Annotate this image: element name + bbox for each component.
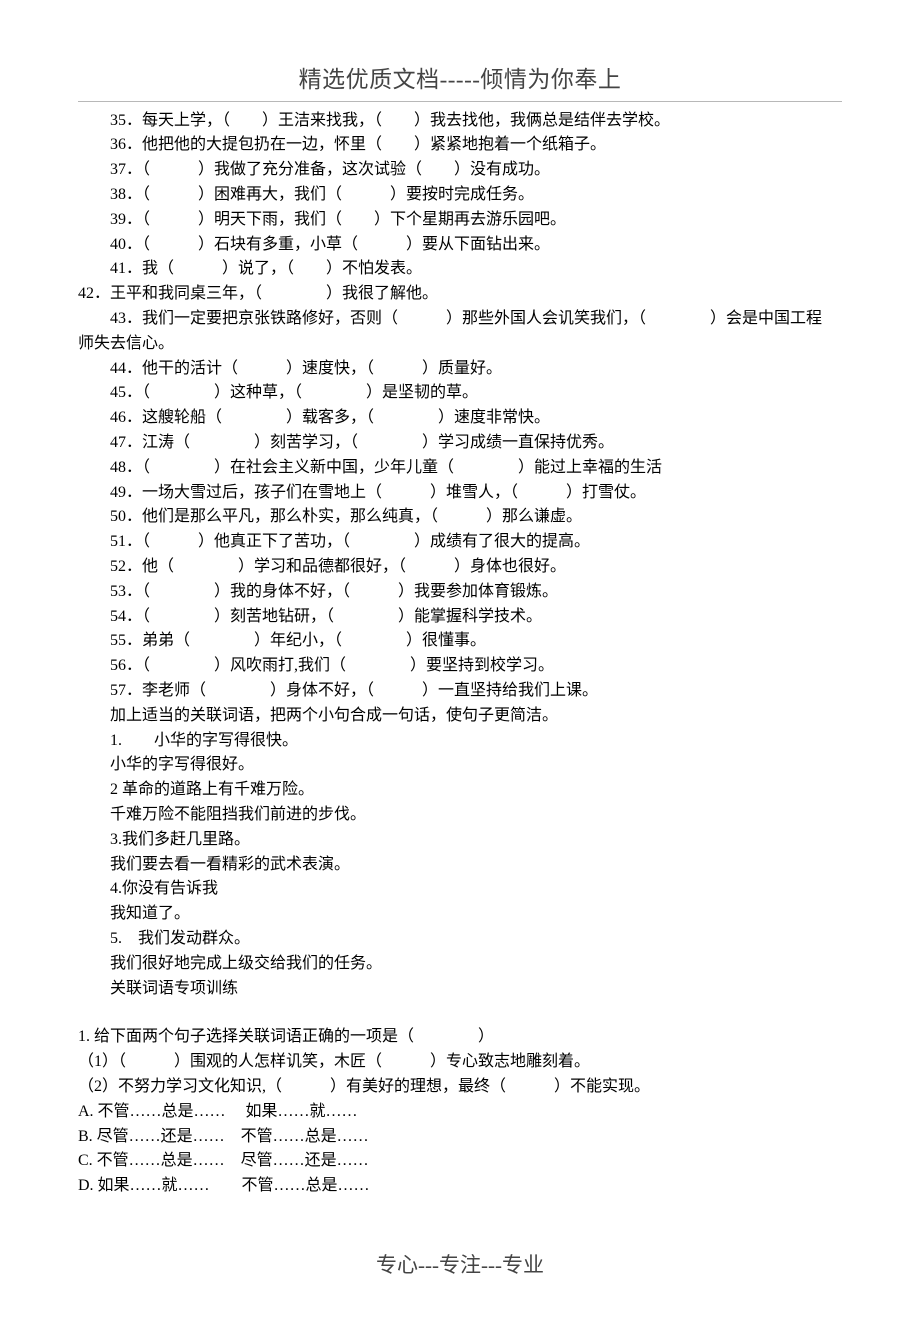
blank-line [78, 1001, 842, 1025]
text-line: B. 尽管……还是…… 不管……总是…… [78, 1125, 842, 1150]
text-line: 39．（ ）明天下雨，我们（ ）下个星期再去游乐园吧。 [78, 208, 842, 233]
text-line: 48．（ ）在社会主义新中国，少年儿童（ ）能过上幸福的生活 [78, 456, 842, 481]
text-line: 45．（ ）这种草，（ ）是坚韧的草。 [78, 381, 842, 406]
text-line: 52．他（ ）学习和品德都很好，（ ）身体也很好。 [78, 555, 842, 580]
text-line: 3.我们多赶几里路。 [78, 828, 842, 853]
text-line: 43．我们一定要把京张铁路修好，否则（ ）那些外国人会讥笑我们，（ ）会是中国工… [78, 307, 842, 332]
text-line: 加上适当的关联词语，把两个小句合成一句话，使句子更简洁。 [78, 704, 842, 729]
text-line: 57．李老师（ ）身体不好，（ ）一直坚持给我们上课。 [78, 679, 842, 704]
text-line: 40．（ ）石块有多重，小草（ ）要从下面钻出来。 [78, 233, 842, 258]
text-line: 37．（ ）我做了充分准备，这次试验（ ）没有成功。 [78, 158, 842, 183]
text-line: 47．江涛（ ）刻苦学习，（ ）学习成绩一直保持优秀。 [78, 431, 842, 456]
text-line: 41．我（ ）说了，（ ）不怕发表。 [78, 257, 842, 282]
text-line: 小华的字写得很好。 [78, 753, 842, 778]
text-line: （1）（ ）围观的人怎样讥笑，木匠（ ）专心致志地雕刻着。 [78, 1050, 842, 1075]
text-line: 50．他们是那么平凡，那么朴实，那么纯真，（ ）那么谦虚。 [78, 505, 842, 530]
text-line: 42．王平和我同桌三年，（ ）我很了解他。 [78, 282, 842, 307]
text-line: 关联词语专项训练 [78, 977, 842, 1002]
text-line: 46．这艘轮船（ ）载客多，（ ）速度非常快。 [78, 406, 842, 431]
text-line: 4.你没有告诉我 [78, 877, 842, 902]
text-line: 我知道了。 [78, 902, 842, 927]
text-line: 44．他干的活计（ ）速度快，（ ）质量好。 [78, 357, 842, 382]
text-line: 我们要去看一看精彩的武术表演。 [78, 853, 842, 878]
text-line: 1. 给下面两个句子选择关联词语正确的一项是（ ） [78, 1025, 842, 1050]
text-line: 35．每天上学，（ ）王洁来找我，（ ）我去找他，我俩总是结伴去学校。 [78, 109, 842, 134]
text-line: 师失去信心。 [78, 332, 842, 357]
text-line: 55．弟弟（ ）年纪小，（ ）很懂事。 [78, 629, 842, 654]
text-line: 36．他把他的大提包扔在一边，怀里（ ）紧紧地抱着一个纸箱子。 [78, 133, 842, 158]
text-line: 56．（ ）风吹雨打,我们（ ）要坚持到校学习。 [78, 654, 842, 679]
text-line: 我们很好地完成上级交给我们的任务。 [78, 952, 842, 977]
text-line: 1. 小华的字写得很快。 [78, 729, 842, 754]
text-line: A. 不管……总是…… 如果……就…… [78, 1100, 842, 1125]
text-line: 51．（ ）他真正下了苦功，（ ）成绩有了很大的提高。 [78, 530, 842, 555]
text-line: D. 如果……就…… 不管……总是…… [78, 1174, 842, 1199]
text-line: 5. 我们发动群众。 [78, 927, 842, 952]
text-line: 53．（ ）我的身体不好，（ ）我要参加体育锻炼。 [78, 580, 842, 605]
text-line: 54．（ ）刻苦地钻研，（ ）能掌握科学技术。 [78, 605, 842, 630]
header-divider [78, 101, 842, 102]
text-line: C. 不管……总是…… 尽管……还是…… [78, 1149, 842, 1174]
page-footer: 专心---专注---专业 [78, 1249, 842, 1282]
text-line: 49．一场大雪过后，孩子们在雪地上（ ）堆雪人，（ ）打雪仗。 [78, 481, 842, 506]
document-body: 35．每天上学，（ ）王洁来找我，（ ）我去找他，我俩总是结伴去学校。36．他把… [78, 109, 842, 1199]
page-header: 精选优质文档-----倾情为你奉上 [78, 62, 842, 98]
text-line: 千难万险不能阻挡我们前进的步伐。 [78, 803, 842, 828]
text-line: （2）不努力学习文化知识,（ ）有美好的理想，最终（ ）不能实现。 [78, 1075, 842, 1100]
text-line: 38．（ ）困难再大，我们（ ）要按时完成任务。 [78, 183, 842, 208]
text-line: 2 革命的道路上有千难万险。 [78, 778, 842, 803]
